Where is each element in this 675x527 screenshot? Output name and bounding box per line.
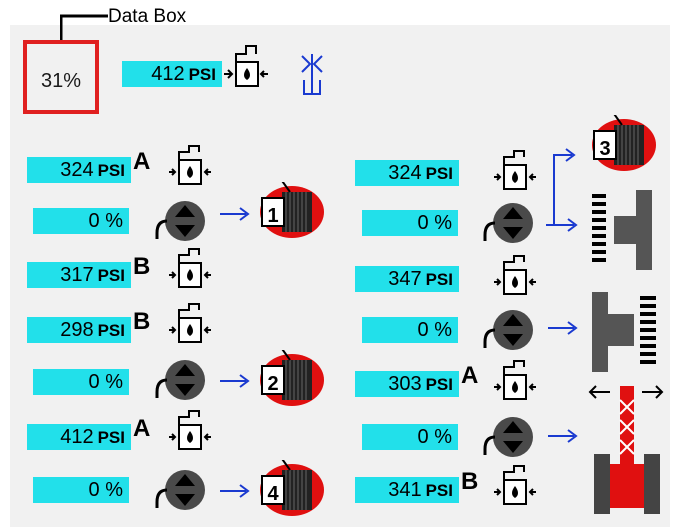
valve-icon	[493, 360, 537, 400]
flow-branch-icon	[546, 148, 578, 232]
left-value-1: 324 PSI	[27, 157, 131, 183]
track-icon	[592, 190, 652, 270]
left-value-5: 0 %	[33, 369, 129, 395]
track-icon	[592, 292, 656, 372]
drum-1-label: 1	[267, 205, 278, 227]
right-value-6: 0 %	[362, 424, 458, 450]
drum-4-label: 4	[267, 483, 279, 505]
callout-label: Data Box	[108, 6, 187, 27]
right-letter-7: B	[461, 468, 479, 495]
left-letter-3: B	[133, 253, 151, 280]
pump-motor-icon	[155, 358, 207, 402]
right-value-1: 324 PSI	[355, 160, 459, 186]
winch-drum-icon: 4	[259, 460, 325, 517]
pump-motor-icon	[483, 201, 535, 245]
left-value-2: 0 %	[33, 208, 129, 234]
right-value-3: 347 PSI	[355, 266, 459, 292]
valve-icon	[224, 45, 268, 87]
left-value-3: 317 PSI	[27, 262, 131, 288]
winch-drum-icon: 2	[259, 350, 325, 407]
pump-motor-icon	[155, 468, 207, 512]
valve-icon	[168, 410, 212, 450]
data-box-value: 31%	[41, 70, 82, 92]
left-letter-1: A	[133, 148, 151, 175]
drum-3-label: 3	[599, 138, 610, 160]
left-letter-4: B	[133, 308, 151, 335]
left-value-6: 412 PSI	[27, 424, 131, 450]
valve-icon	[493, 150, 537, 190]
pump-motor-icon	[483, 308, 535, 352]
spring-icon	[301, 54, 323, 95]
valve-icon	[493, 255, 537, 295]
right-letter-5: A	[461, 362, 479, 389]
flow-arrow-icon	[548, 429, 578, 443]
right-value-5: 303 PSI	[355, 371, 459, 397]
left-value-4: 298 PSI	[27, 317, 131, 343]
valve-icon	[168, 248, 212, 288]
top-pressure-value: 412	[151, 63, 185, 85]
right-value-4: 0 %	[362, 317, 458, 343]
drum-2-label: 2	[267, 373, 278, 395]
top-pressure-field: 412 PSI	[122, 61, 222, 87]
right-value-7: 341 PSI	[355, 477, 459, 503]
crane-icon	[588, 385, 664, 514]
winch-drum-icon: 3	[591, 115, 657, 172]
flow-arrow-icon	[548, 321, 578, 335]
right-value-2: 0 %	[362, 210, 458, 236]
pump-motor-icon	[483, 415, 535, 459]
pump-motor-icon	[155, 199, 207, 243]
valve-icon	[168, 303, 212, 343]
winch-drum-icon: 1	[259, 182, 325, 239]
left-letter-6: A	[133, 415, 151, 442]
valve-icon	[493, 465, 537, 505]
left-value-7: 0 %	[33, 477, 129, 503]
top-pressure-unit: PSI	[188, 65, 216, 84]
valve-icon	[168, 145, 212, 185]
data-box[interactable]: 31%	[23, 40, 99, 114]
